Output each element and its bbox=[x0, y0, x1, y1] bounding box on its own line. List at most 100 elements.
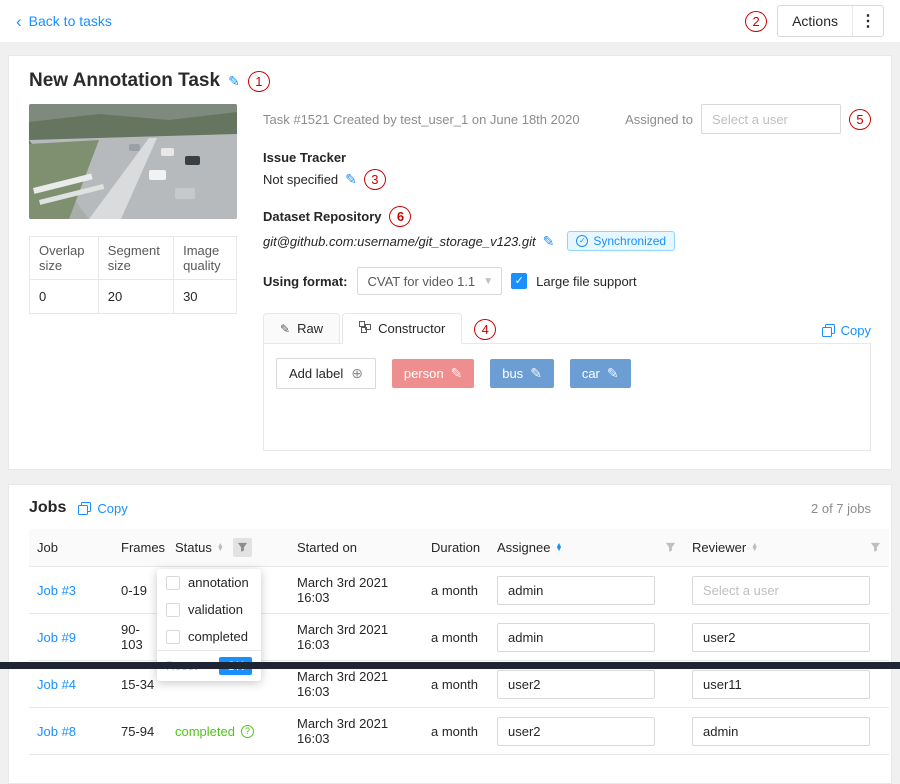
reviewer-input[interactable] bbox=[692, 623, 870, 652]
labels-tabs-row: ✎ Raw Constructor 4 Copy bbox=[263, 313, 871, 344]
labels-constructor-panel: Add label ⊕ person ✎ bus ✎ car ✎ bbox=[263, 343, 871, 451]
jobs-copy-button[interactable]: Copy bbox=[78, 501, 127, 516]
edit-label-icon[interactable]: ✎ bbox=[451, 365, 463, 382]
synchronized-badge[interactable]: ✓ Synchronized bbox=[567, 231, 675, 251]
task-title-row: New Annotation Task ✎ 1 bbox=[29, 70, 871, 92]
tab-constructor[interactable]: Constructor bbox=[342, 313, 462, 344]
duration-cell: a month bbox=[431, 677, 478, 692]
issue-tracker-label: Issue Tracker bbox=[263, 150, 871, 165]
tab-constructor-label: Constructor bbox=[378, 321, 445, 336]
col-assignee: Assignee bbox=[497, 540, 550, 555]
label-chip-bus[interactable]: bus ✎ bbox=[490, 359, 554, 388]
assignee-input[interactable] bbox=[497, 623, 655, 652]
assignee-input[interactable] bbox=[497, 670, 655, 699]
job-row: Job #8 75-94 completed ? March 3rd 2021 … bbox=[29, 708, 889, 755]
edit-label-icon[interactable]: ✎ bbox=[530, 365, 542, 382]
large-file-label: Large file support bbox=[536, 274, 636, 289]
copy-icon bbox=[78, 502, 91, 515]
pencil-icon: ✎ bbox=[280, 322, 290, 336]
jobs-table-header-row: Job Frames Status ▲▼ Started on Duration bbox=[29, 529, 889, 567]
sort-reviewer-control[interactable]: ▲▼ bbox=[751, 544, 758, 552]
duration-cell: a month bbox=[431, 583, 478, 598]
col-frames: Frames bbox=[121, 540, 165, 555]
edit-repository-icon[interactable]: ✎ bbox=[543, 233, 555, 250]
checkbox-icon[interactable] bbox=[166, 576, 180, 590]
add-label-text: Add label bbox=[289, 366, 343, 381]
assignee-input[interactable] bbox=[497, 576, 655, 605]
started-cell: March 3rd 2021 16:03 bbox=[297, 575, 388, 605]
job-link[interactable]: Job #8 bbox=[37, 724, 76, 739]
label-chip-car[interactable]: car ✎ bbox=[570, 359, 631, 388]
col-status: Status bbox=[175, 540, 212, 555]
checkbox-icon[interactable] bbox=[166, 603, 180, 617]
job-link[interactable]: Job #9 bbox=[37, 630, 76, 645]
edit-issue-tracker-icon[interactable]: ✎ bbox=[345, 171, 357, 188]
dataset-repository-url: git@github.com:username/git_storage_v123… bbox=[263, 234, 536, 249]
frames-cell: 75-94 bbox=[121, 724, 154, 739]
assignee-select-input[interactable] bbox=[701, 104, 841, 134]
reviewer-input[interactable] bbox=[692, 717, 870, 746]
reviewer-input[interactable] bbox=[692, 576, 870, 605]
status-filter-icon[interactable] bbox=[233, 538, 252, 557]
started-cell: March 3rd 2021 16:03 bbox=[297, 622, 388, 652]
reviewer-input[interactable] bbox=[692, 670, 870, 699]
using-format-label: Using format: bbox=[263, 274, 348, 289]
top-bar: ‹ Back to tasks 2 Actions ⋮ bbox=[0, 0, 900, 42]
plus-circle-icon: ⊕ bbox=[351, 365, 363, 382]
assignee-filter-icon[interactable] bbox=[665, 542, 676, 553]
actions-label: Actions bbox=[778, 13, 852, 29]
using-format-row: Using format: CVAT for video 1.1 ▼ ✓ Lar… bbox=[263, 267, 871, 295]
labels-copy-button[interactable]: Copy bbox=[822, 323, 871, 344]
checkbox-icon[interactable] bbox=[166, 630, 180, 644]
frames-cell: 0-19 bbox=[121, 583, 147, 598]
param-header-segment: Segment size bbox=[98, 237, 173, 280]
format-select-value: CVAT for video 1.1 bbox=[368, 274, 476, 289]
job-link[interactable]: Job #3 bbox=[37, 583, 76, 598]
large-file-checkbox[interactable]: ✓ bbox=[511, 273, 527, 289]
status-cell: completed ? bbox=[175, 724, 254, 739]
issue-tracker-value-row: Not specified ✎ 3 bbox=[263, 169, 871, 190]
frames-cell: 90-103 bbox=[121, 622, 143, 652]
param-value-segment: 20 bbox=[98, 280, 173, 314]
task-left-column: Overlap size Segment size Image quality … bbox=[29, 104, 237, 451]
synchronized-badge-label: Synchronized bbox=[593, 234, 666, 248]
back-chevron-icon: ‹ bbox=[16, 13, 22, 30]
tab-raw[interactable]: ✎ Raw bbox=[263, 313, 340, 344]
question-circle-icon[interactable]: ? bbox=[241, 725, 254, 738]
edit-label-icon[interactable]: ✎ bbox=[607, 365, 619, 382]
sort-assignee-control[interactable]: ▲▼ bbox=[555, 544, 562, 552]
col-duration: Duration bbox=[431, 540, 480, 555]
back-to-tasks-link[interactable]: ‹ Back to tasks bbox=[16, 13, 112, 30]
jobs-card: Jobs Copy 2 of 7 jobs Job Frames Status … bbox=[8, 484, 892, 784]
assigned-to-label: Assigned to bbox=[625, 112, 693, 127]
edit-title-icon[interactable]: ✎ bbox=[228, 73, 240, 90]
tab-raw-label: Raw bbox=[297, 321, 323, 336]
param-header-overlap: Overlap size bbox=[30, 237, 99, 280]
callout-2: 2 bbox=[745, 11, 767, 32]
more-vertical-icon[interactable]: ⋮ bbox=[853, 11, 883, 31]
assigned-to-group: Assigned to 5 bbox=[625, 104, 871, 134]
constructor-block-icon bbox=[359, 321, 371, 336]
actions-button[interactable]: Actions ⋮ bbox=[777, 5, 884, 37]
check-circle-icon: ✓ bbox=[576, 235, 588, 247]
callout-1: 1 bbox=[248, 71, 270, 92]
back-to-tasks-label: Back to tasks bbox=[29, 13, 112, 29]
format-select[interactable]: CVAT for video 1.1 ▼ bbox=[357, 267, 503, 295]
job-link[interactable]: Job #4 bbox=[37, 677, 76, 692]
issue-tracker-value: Not specified bbox=[263, 172, 338, 187]
sort-status-control[interactable]: ▲▼ bbox=[217, 544, 224, 552]
reviewer-filter-icon[interactable] bbox=[870, 542, 881, 553]
bottom-dark-strip bbox=[0, 662, 900, 669]
task-params-table: Overlap size Segment size Image quality … bbox=[29, 236, 237, 314]
chevron-down-icon: ▼ bbox=[483, 276, 493, 287]
assignee-input[interactable] bbox=[497, 717, 655, 746]
filter-option-validation[interactable]: validation bbox=[157, 596, 261, 623]
add-label-button[interactable]: Add label ⊕ bbox=[276, 358, 376, 389]
jobs-copy-label: Copy bbox=[97, 501, 127, 516]
label-chip-person[interactable]: person ✎ bbox=[392, 359, 474, 388]
col-job: Job bbox=[37, 540, 58, 555]
filter-option-annotation[interactable]: annotation bbox=[157, 569, 261, 596]
label-chip-bus-name: bus bbox=[502, 366, 523, 381]
task-meta-text: Task #1521 Created by test_user_1 on Jun… bbox=[263, 112, 580, 127]
filter-option-completed[interactable]: completed bbox=[157, 623, 261, 650]
